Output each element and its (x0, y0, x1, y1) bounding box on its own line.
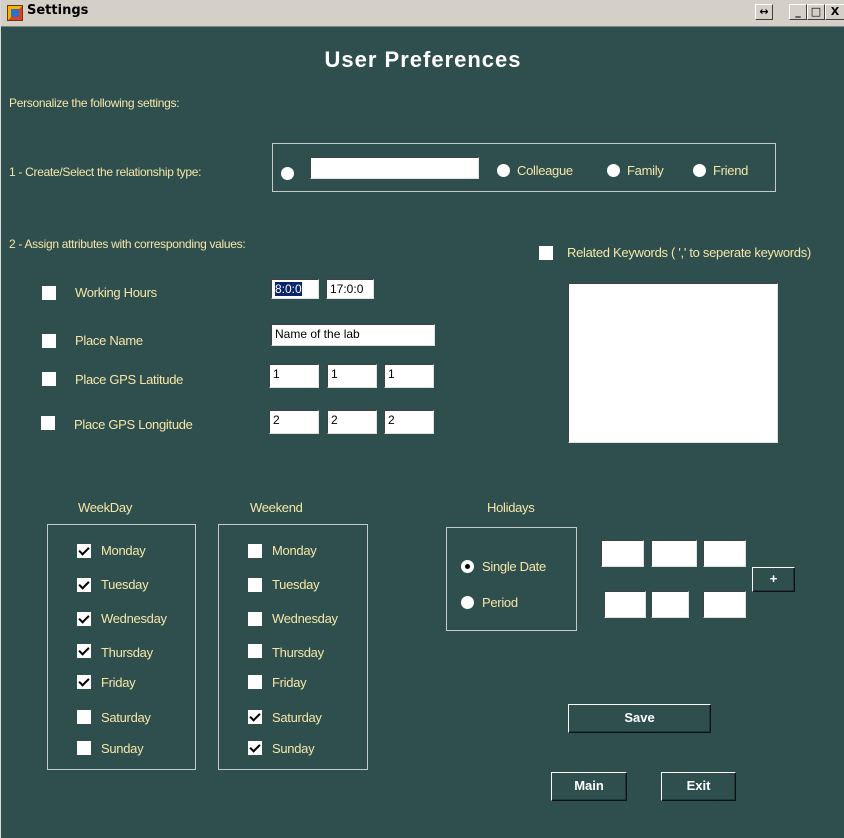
working-hours-end-input[interactable]: 17:0:0 (326, 279, 374, 299)
working-hours-checkbox[interactable] (42, 286, 56, 300)
working-hours-start-input[interactable]: 8:0:0 (271, 279, 319, 299)
settings-window: Settings ↔ _ □ X User Preferences Person… (0, 0, 844, 838)
working-hours-label: Working Hours (75, 285, 157, 300)
weekend-monday-checkbox[interactable] (248, 544, 262, 558)
minimize-button[interactable]: _ (789, 4, 807, 20)
weekday-tuesday-label: Tuesday (101, 577, 149, 592)
relationship-type-label: 1 - Create/Select the relationship type: (9, 165, 202, 179)
latitude-checkbox[interactable] (42, 372, 56, 386)
weekday-tuesday-checkbox[interactable] (77, 578, 91, 592)
custom-relationship-input[interactable] (310, 157, 479, 179)
holidays-mode-group: Single Date Period (446, 527, 577, 631)
weekday-sunday-checkbox[interactable] (77, 741, 91, 755)
latitude-minutes-input[interactable]: 1 (327, 364, 377, 388)
weekend-group: Monday Tuesday Wednesday Thursday Friday… (218, 524, 368, 770)
place-name-checkbox[interactable] (42, 334, 56, 348)
single-date-label: Single Date (482, 559, 546, 574)
weekday-friday-checkbox[interactable] (77, 675, 91, 689)
weekend-saturday-checkbox[interactable] (248, 710, 262, 724)
title-bar[interactable]: Settings ↔ _ □ X (1, 0, 844, 27)
longitude-degrees-input[interactable]: 2 (269, 410, 319, 434)
weekend-thursday-label: Thursday (272, 645, 324, 660)
weekend-tuesday-checkbox[interactable] (248, 578, 262, 592)
single-date-radio[interactable] (461, 560, 474, 573)
related-keywords-checkbox[interactable] (539, 246, 553, 260)
period-radio[interactable] (461, 596, 474, 609)
longitude-minutes-input[interactable]: 2 (327, 410, 377, 434)
weekday-group: Monday Tuesday Wednesday Thursday Friday… (47, 524, 196, 770)
latitude-seconds-input[interactable]: 1 (384, 364, 434, 388)
maximize-button[interactable]: □ (807, 4, 825, 20)
page-title: User Preferences (324, 47, 522, 72)
weekday-saturday-checkbox[interactable] (77, 710, 91, 724)
colleague-label: Colleague (517, 163, 573, 178)
exit-button[interactable]: Exit (661, 772, 736, 801)
place-name-label: Place Name (75, 333, 143, 348)
app-icon (7, 5, 23, 21)
period-label: Period (482, 595, 518, 610)
latitude-label: Place GPS Latitude (75, 372, 184, 387)
colleague-radio[interactable] (497, 164, 510, 177)
weekday-monday-label: Monday (101, 543, 146, 558)
weekend-tuesday-label: Tuesday (272, 577, 320, 592)
weekend-wednesday-label: Wednesday (272, 611, 338, 626)
weekend-friday-checkbox[interactable] (248, 675, 262, 689)
friend-label: Friend (713, 163, 749, 178)
family-radio[interactable] (607, 164, 620, 177)
weekend-sunday-checkbox[interactable] (248, 741, 262, 755)
save-button[interactable]: Save (568, 704, 711, 733)
weekday-saturday-label: Saturday (101, 710, 151, 725)
weekday-title: WeekDay (78, 500, 133, 515)
weekend-thursday-checkbox[interactable] (248, 644, 262, 658)
family-label: Family (627, 163, 664, 178)
weekday-wednesday-label: Wednesday (101, 611, 167, 626)
intro-label: Personalize the following settings: (9, 96, 180, 110)
weekend-friday-label: Friday (272, 675, 307, 690)
place-name-input[interactable]: Name of the lab (271, 324, 435, 346)
holiday-start-month-input[interactable] (651, 540, 697, 567)
main-button[interactable]: Main (551, 772, 627, 801)
weekday-friday-label: Friday (101, 675, 136, 690)
weekend-sunday-label: Sunday (272, 741, 315, 756)
weekend-saturday-label: Saturday (272, 710, 322, 725)
weekday-wednesday-checkbox[interactable] (77, 612, 91, 626)
weekend-wednesday-checkbox[interactable] (248, 612, 262, 626)
weekday-thursday-label: Thursday (101, 645, 153, 660)
longitude-seconds-input[interactable]: 2 (384, 410, 434, 434)
related-keywords-textarea[interactable] (568, 283, 778, 443)
longitude-label: Place GPS Longitude (74, 417, 193, 432)
latitude-degrees-input[interactable]: 1 (269, 364, 319, 388)
attributes-label: 2 - Assign attributes with corresponding… (9, 237, 246, 251)
resize-arrows-icon[interactable]: ↔ (755, 4, 773, 20)
holiday-start-year-input[interactable] (703, 540, 746, 567)
holiday-start-day-input[interactable] (601, 540, 644, 567)
holiday-end-year-input[interactable] (703, 591, 746, 618)
relationship-type-group: Colleague Family Friend (272, 143, 776, 192)
close-button[interactable]: X (825, 4, 844, 20)
add-holiday-button[interactable]: + (752, 567, 795, 592)
weekend-monday-label: Monday (272, 543, 317, 558)
working-hours-start-value: 8:0:0 (275, 282, 302, 296)
weekend-title: Weekend (250, 500, 303, 515)
friend-radio[interactable] (693, 164, 706, 177)
window-title: Settings (27, 3, 89, 18)
longitude-checkbox[interactable] (41, 416, 55, 430)
custom-relationship-radio[interactable] (281, 167, 294, 180)
weekday-thursday-checkbox[interactable] (77, 644, 91, 658)
related-keywords-label: Related Keywords ( ',' to seperate keywo… (567, 245, 811, 260)
holiday-end-day-input[interactable] (604, 591, 646, 618)
weekday-sunday-label: Sunday (101, 741, 144, 756)
weekday-monday-checkbox[interactable] (77, 544, 91, 558)
holiday-end-month-input[interactable] (651, 591, 689, 618)
holidays-title: Holidays (487, 500, 535, 515)
